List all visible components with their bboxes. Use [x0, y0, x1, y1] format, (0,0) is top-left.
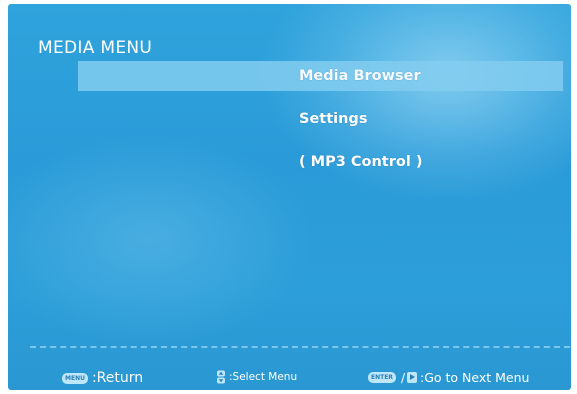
- menu-key-icon: MENU: [62, 372, 88, 384]
- footer-hints: MENU :Return :Select Menu ENTER / :Go to…: [8, 370, 571, 390]
- footer-divider: [30, 346, 570, 348]
- background-wave: [8, 124, 328, 354]
- menu-item-settings[interactable]: Settings: [299, 111, 367, 127]
- hint-return: MENU :Return: [62, 370, 143, 386]
- hint-select-label: :Select Menu: [229, 371, 298, 383]
- menu-item-media-browser[interactable]: Media Browser: [299, 68, 421, 84]
- enter-key-icon: ENTER: [368, 372, 396, 383]
- hint-select: :Select Menu: [216, 370, 297, 384]
- up-down-icon: [217, 370, 225, 384]
- background-glow: [258, 4, 571, 204]
- hint-separator: /: [400, 370, 405, 385]
- menu-item-mp3-control[interactable]: ( MP3 Control ): [299, 154, 422, 170]
- hint-next-label: :Go to Next Menu: [419, 370, 530, 385]
- hint-next: ENTER / :Go to Next Menu: [368, 370, 529, 385]
- page-title: MEDIA MENU: [38, 38, 153, 58]
- media-menu-screen: MEDIA MENU Media Browser Settings ( MP3 …: [8, 4, 571, 390]
- hint-return-label: :Return: [91, 370, 144, 386]
- right-arrow-icon: [406, 372, 417, 383]
